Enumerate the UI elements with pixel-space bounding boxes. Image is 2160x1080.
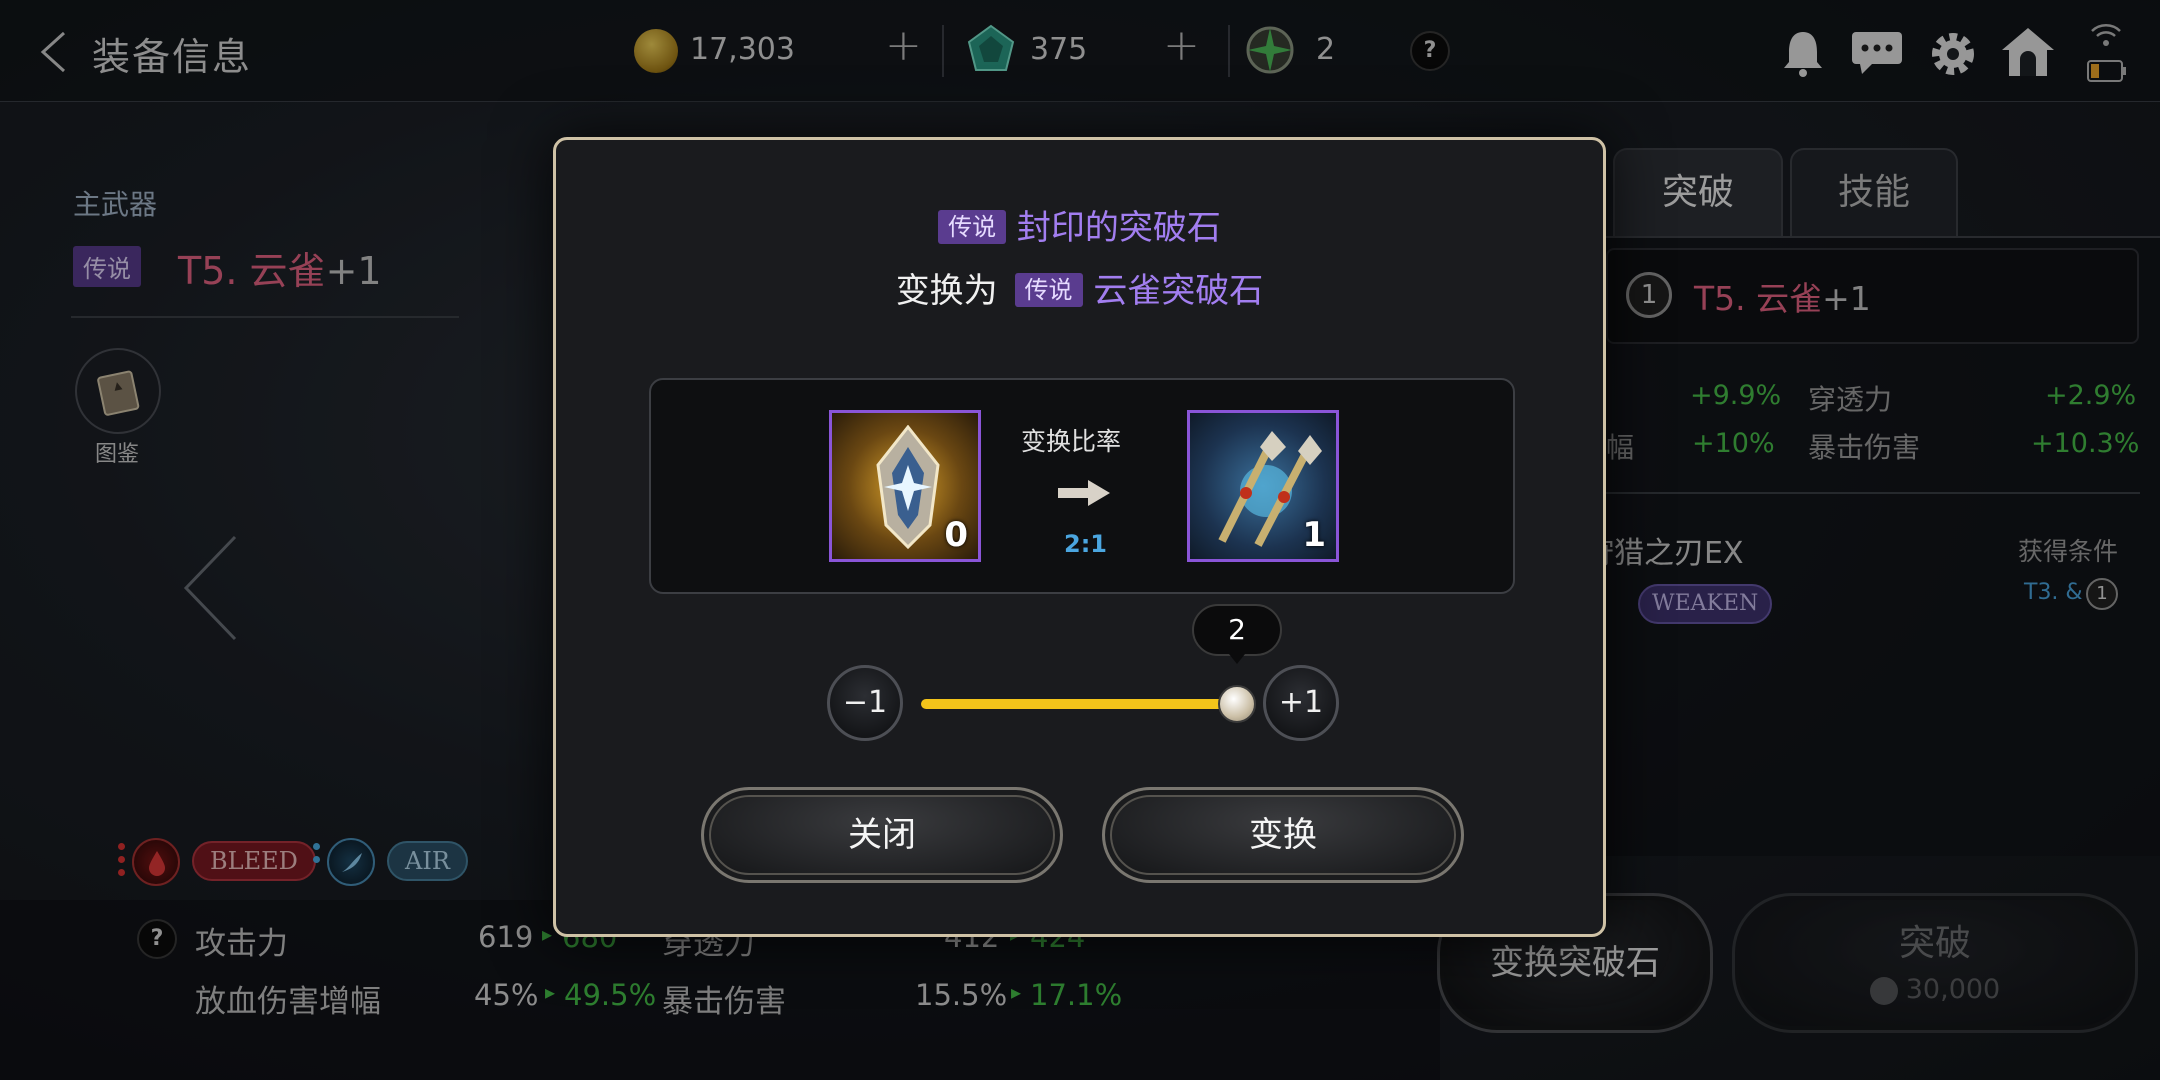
convert-button[interactable]: 变换 [1102, 787, 1464, 883]
target-item-slot[interactable]: 1 [1187, 410, 1339, 562]
conversion-box: 0 变换比率 2:1 1 [649, 378, 1515, 594]
ratio-title: 变换比率 [1021, 427, 1122, 456]
sealed-stone-icon [876, 425, 940, 549]
slider-handle[interactable] [1218, 685, 1256, 723]
arrow-right-icon [1058, 480, 1110, 506]
decrease-button[interactable]: −1 [827, 665, 903, 741]
ratio-value: 2:1 [1064, 530, 1107, 558]
increase-button[interactable]: +1 [1263, 665, 1339, 741]
rarity-badge: 传说 [1014, 273, 1083, 307]
quantity-bubble: 2 [1192, 604, 1282, 656]
close-button[interactable]: 关闭 [701, 787, 1063, 883]
source-item-name: 封印的突破石 [1016, 208, 1221, 248]
source-item-count: 0 [944, 515, 968, 555]
dialog-target-line: 变换为 传说 云雀突破石 [556, 263, 1603, 312]
slider-fill [921, 699, 1237, 709]
source-item-slot[interactable]: 0 [829, 410, 981, 562]
quantity-slider[interactable] [921, 699, 1237, 709]
rarity-badge: 传说 [938, 210, 1007, 244]
convert-prefix: 变换为 [895, 271, 998, 311]
target-item-count: 1 [1302, 515, 1326, 555]
dialog-source-line: 传说 封印的突破石 [556, 200, 1603, 249]
convert-dialog: 传说 封印的突破石 变换为 传说 云雀突破石 0 变换比率 2:1 1 −1 2… [553, 137, 1606, 937]
target-item-name: 云雀突破石 [1093, 271, 1264, 311]
quantity-bubble-pointer [1229, 654, 1245, 664]
